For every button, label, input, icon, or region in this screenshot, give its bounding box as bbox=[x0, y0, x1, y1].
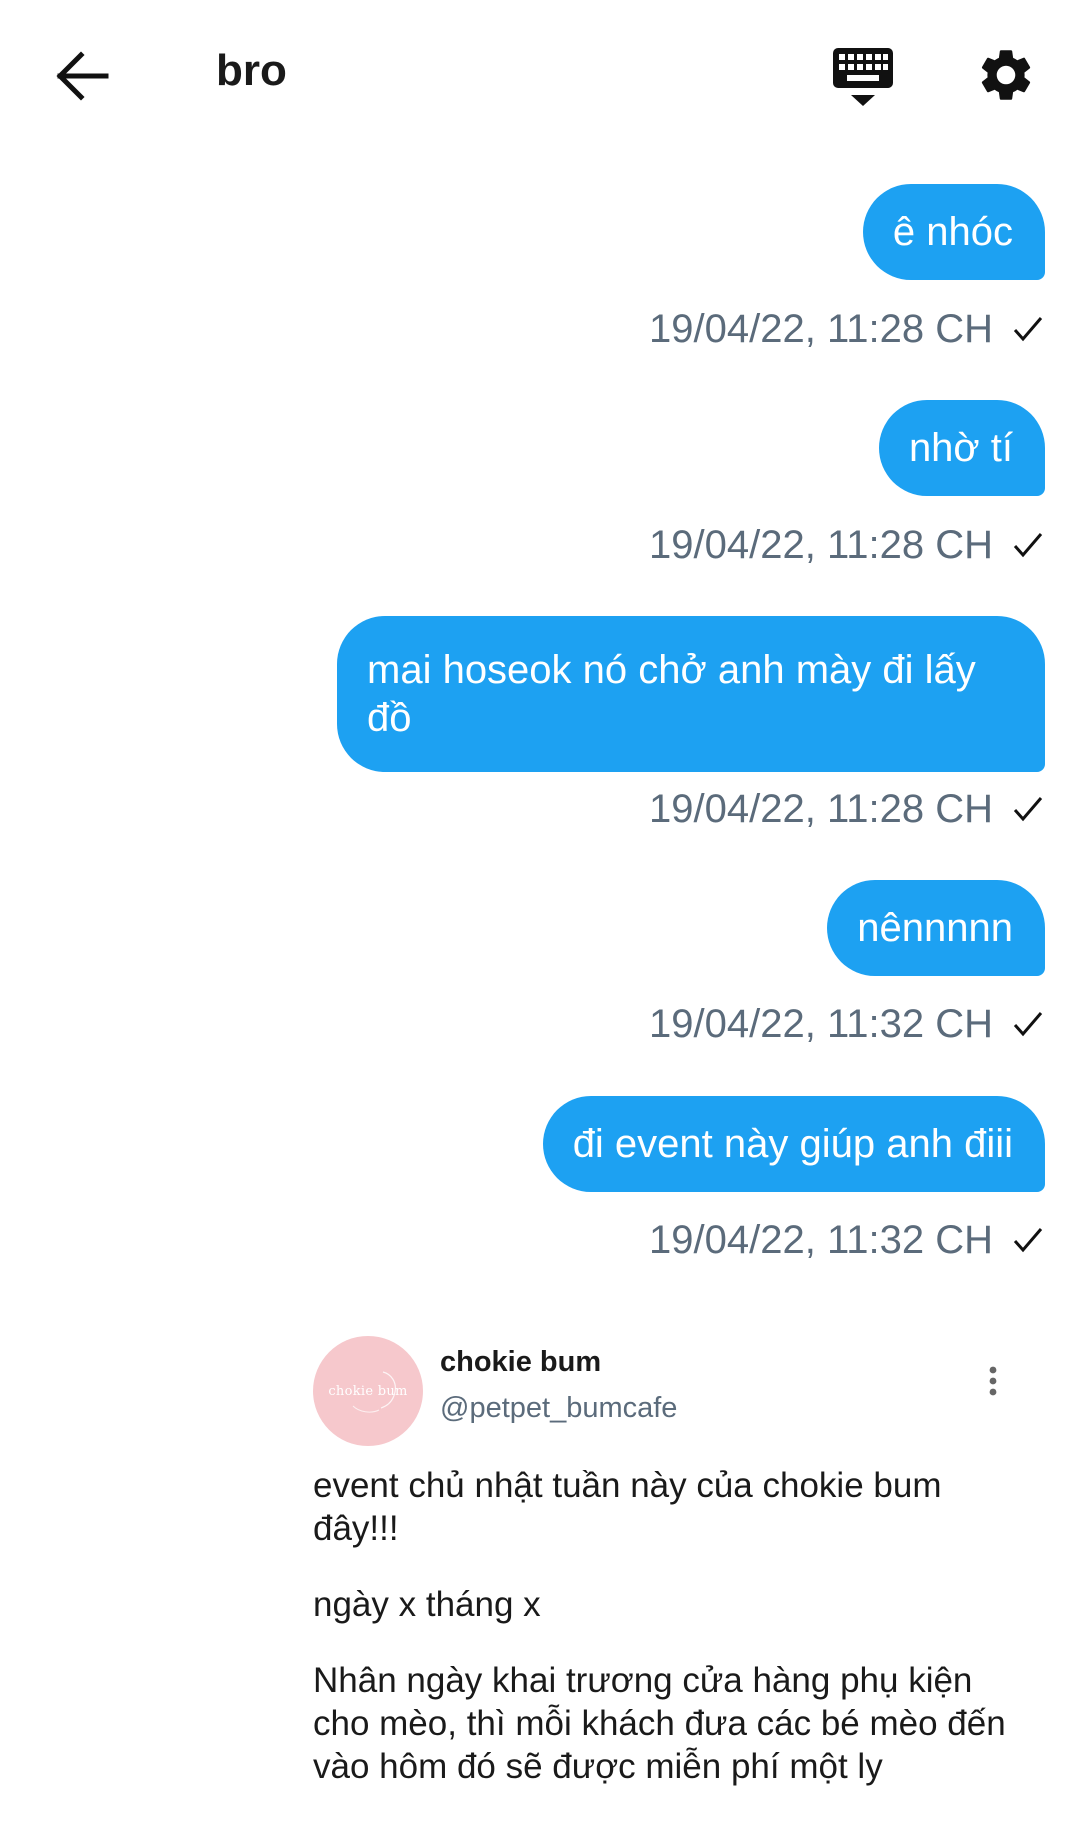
avatar[interactable]: chokie bum bbox=[313, 1336, 423, 1446]
keyboard-hide-icon bbox=[833, 48, 893, 106]
gear-icon bbox=[981, 50, 1031, 100]
message-item: đi event này giúp anh điii bbox=[542, 1096, 1045, 1192]
sent-check-icon bbox=[1013, 1228, 1043, 1253]
keyboard-toggle-button[interactable] bbox=[830, 44, 896, 110]
post-author-name[interactable]: chokie bum bbox=[440, 1346, 601, 1379]
sent-check-icon bbox=[1013, 1012, 1043, 1037]
post-author-handle: @petpet_bumcafe bbox=[440, 1392, 678, 1424]
conversation-title: bro bbox=[216, 46, 287, 95]
message-item: ê nhóc bbox=[862, 184, 1045, 280]
post-paragraph: event chủ nhật tuần này của chokie bum đ… bbox=[313, 1466, 942, 1548]
message-meta: 19/04/22, 11:28 CH bbox=[649, 784, 1045, 834]
message-timestamp: 19/04/22, 11:32 CH bbox=[649, 1002, 993, 1046]
message-timestamp: 19/04/22, 11:28 CH bbox=[649, 523, 993, 567]
post-body: event chủ nhật tuần này của chokie bum đ… bbox=[313, 1464, 1033, 1821]
message-bubble[interactable]: nênnnnn bbox=[827, 880, 1045, 976]
message-bubble[interactable]: ê nhóc bbox=[862, 184, 1045, 280]
message-item: mai hoseok nó chở anh mày đi lấy đồ bbox=[337, 616, 1045, 772]
message-meta: 19/04/22, 11:32 CH bbox=[649, 999, 1045, 1049]
back-button[interactable] bbox=[52, 46, 112, 106]
settings-button[interactable] bbox=[975, 44, 1037, 106]
sent-check-icon bbox=[1013, 797, 1043, 822]
sent-check-icon bbox=[1013, 317, 1043, 342]
post-paragraph: Nhân ngày khai trương cửa hàng phụ kiện … bbox=[313, 1661, 1006, 1786]
message-meta: 19/04/22, 11:32 CH bbox=[649, 1215, 1045, 1265]
message-meta: 19/04/22, 11:28 CH bbox=[649, 520, 1045, 570]
post-paragraph: ngày x tháng x bbox=[313, 1585, 541, 1624]
message-bubble[interactable]: đi event này giúp anh điii bbox=[542, 1096, 1045, 1192]
sent-check-icon bbox=[1013, 533, 1043, 558]
more-vertical-icon bbox=[989, 1366, 997, 1396]
message-item: nhờ tí bbox=[878, 400, 1045, 496]
more-options-button[interactable] bbox=[983, 1364, 1003, 1404]
message-item: nênnnnn bbox=[827, 880, 1045, 976]
message-bubble[interactable]: mai hoseok nó chở anh mày đi lấy đồ bbox=[337, 616, 1045, 772]
top-bar: bro bbox=[0, 0, 1080, 155]
arrow-left-icon bbox=[56, 51, 109, 101]
message-timestamp: 19/04/22, 11:28 CH bbox=[649, 787, 993, 831]
message-timestamp: 19/04/22, 11:28 CH bbox=[649, 307, 993, 351]
message-bubble[interactable]: nhờ tí bbox=[878, 400, 1045, 496]
message-timestamp: 19/04/22, 11:32 CH bbox=[649, 1218, 993, 1262]
avatar-label: chokie bum bbox=[328, 1384, 408, 1399]
message-meta: 19/04/22, 11:28 CH bbox=[649, 304, 1045, 354]
